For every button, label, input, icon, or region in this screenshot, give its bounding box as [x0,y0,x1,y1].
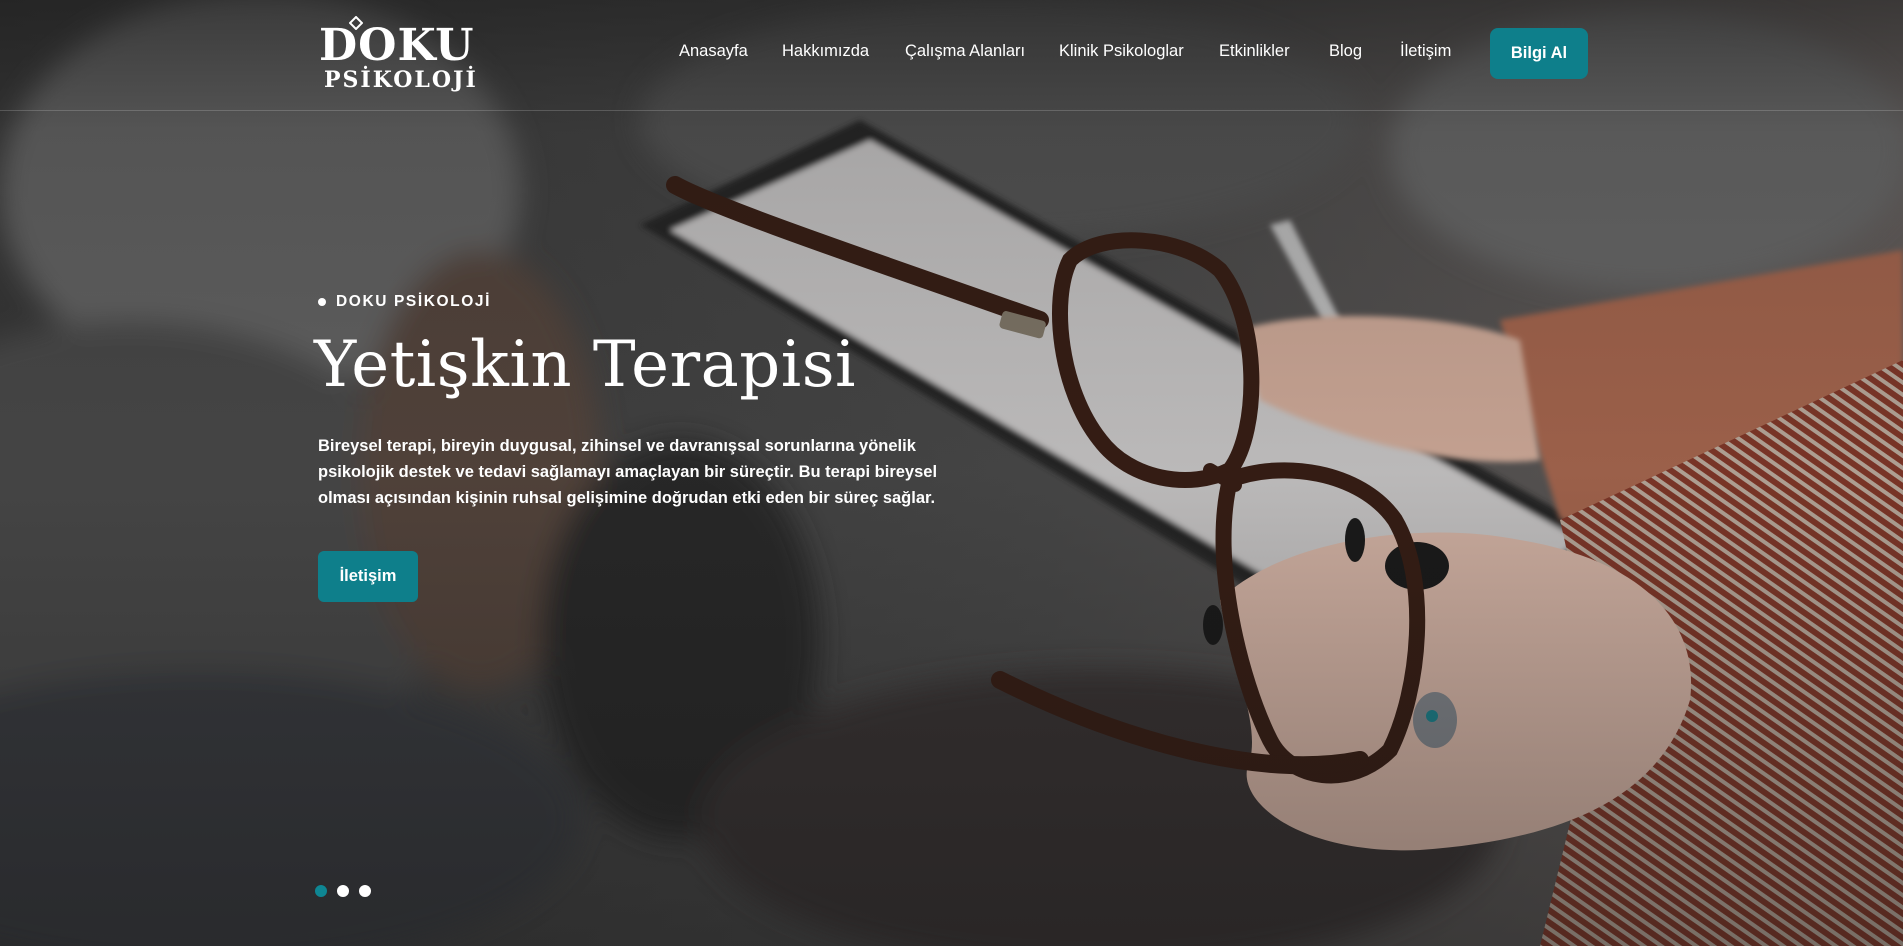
dot-icon [318,298,326,306]
nav-item-calisma-alanlari[interactable]: Çalışma Alanları [905,42,1025,61]
iletisim-button[interactable]: İletişim [318,551,418,602]
slider-dot-3[interactable] [359,885,371,897]
hero-description: Bireysel terapi, bireyin duygusal, zihin… [318,437,938,507]
slider-pagination [315,885,371,897]
slider-dot-1[interactable] [315,885,327,897]
hero-eyebrow: DOKU PSİKOLOJİ [318,293,491,311]
hero-title: Yetişkin Terapisi [314,328,856,402]
bilgi-al-button[interactable]: Bilgi Al [1490,28,1588,79]
site-header: DOKU PSİKOLOJİ Anasayfa Hakkımızda Çalış… [0,0,1903,111]
main-nav: Anasayfa Hakkımızda Çalışma Alanları Kli… [0,0,1903,108]
slider-dot-2[interactable] [337,885,349,897]
nav-item-etkinlikler[interactable]: Etkinlikler [1219,42,1290,61]
nav-item-iletisim[interactable]: İletişim [1400,42,1451,61]
nav-item-klinik-psikologlar[interactable]: Klinik Psikologlar [1059,42,1184,61]
nav-item-hakkimizda[interactable]: Hakkımızda [782,42,869,61]
nav-item-blog[interactable]: Blog [1329,42,1362,61]
nav-item-anasayfa[interactable]: Anasayfa [679,42,748,61]
hero-eyebrow-text: DOKU PSİKOLOJİ [336,293,492,310]
